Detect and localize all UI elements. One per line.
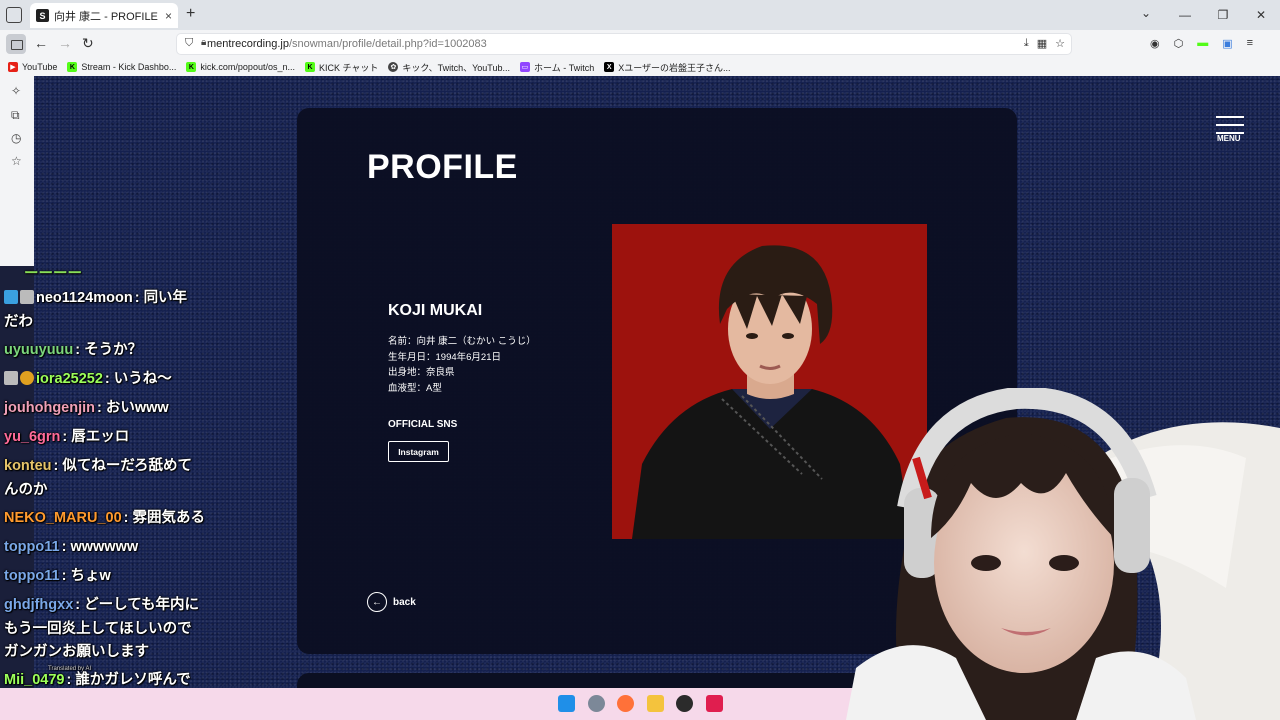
- chat-continuation: ガンガンお願いします: [4, 644, 149, 660]
- minimize-button[interactable]: —: [1166, 8, 1204, 22]
- file-explorer-icon[interactable]: [647, 695, 664, 712]
- download-page-icon[interactable]: ⤓: [1024, 37, 1029, 50]
- back-arrow-icon[interactable]: ←: [34, 35, 48, 51]
- chat-message: toppo11: wwwwww: [4, 539, 139, 555]
- kick-icon: K: [67, 62, 78, 72]
- badge-icon: [20, 371, 34, 385]
- reload-icon[interactable]: ↻: [82, 35, 94, 52]
- bookmark-kick-popout[interactable]: Kkick.com/popout/os_n...: [186, 62, 295, 72]
- back-label: back: [393, 596, 416, 608]
- sns-heading: OFFICIAL SNS: [388, 419, 458, 430]
- translate-icon[interactable]: ▦: [1037, 37, 1047, 50]
- bookmark-kick-chat[interactable]: K KICK チャット: [304, 61, 378, 74]
- bookmarks-bar: ▶ YouTube K Stream - Kick Dashbo... Kkick.…: [0, 58, 1280, 76]
- url-text: mentrecording.jp/snowman/profile/detail.…: [207, 38, 487, 50]
- address-bar[interactable]: ⛉ 🔒︎ mentrecording.jp/snowman/profile/de…: [176, 33, 1072, 55]
- bookmark-multistream[interactable]: ✿ キック、Twitch、YouTub...: [388, 61, 510, 74]
- member-name: KOJI MUKAI: [388, 302, 483, 319]
- chat-message: toppo11: ちょw: [4, 568, 111, 584]
- app-menu-icon[interactable]: ≡: [1247, 37, 1253, 50]
- sidebar-toggle-icon[interactable]: [6, 34, 26, 54]
- tab-title: 向井 康二 - PROFILE | Snow Ma: [54, 10, 161, 23]
- bookmark-x[interactable]: X Xユーザーの岩盤王子さん...: [604, 61, 731, 74]
- lock-icon[interactable]: 🔒︎: [201, 37, 206, 48]
- chat-message: neo1124moon: 同い年: [4, 287, 187, 310]
- shield-icon[interactable]: ⛉: [185, 37, 193, 50]
- forward-arrow-icon[interactable]: →: [58, 35, 72, 51]
- bookmark-star-icon[interactable]: ☆: [1055, 37, 1065, 50]
- chat-message: jouhohgenjin: おいwww: [4, 400, 169, 416]
- bookmark-youtube[interactable]: ▶ YouTube: [8, 62, 57, 72]
- windows-start-icon[interactable]: [558, 695, 575, 712]
- browser-sidebar: ✧ ⧉ ◷ ☆: [0, 76, 34, 266]
- app-icon[interactable]: [706, 695, 723, 712]
- chat-message: konteu: 似てねーだろ舐めて: [4, 458, 193, 474]
- page-title: PROFILE: [367, 148, 518, 186]
- bookmarks-icon[interactable]: ☆: [11, 154, 22, 168]
- chat-continuation: だわ: [4, 314, 33, 330]
- chat-continuation: もう一回炎上してほしいので: [4, 621, 192, 637]
- chat-message: yu_6grn: 唇エッロ: [4, 429, 130, 445]
- kick-icon: K: [304, 62, 315, 72]
- back-link[interactable]: ← back: [367, 592, 416, 612]
- webcam-overlay: [846, 388, 1280, 720]
- multistream-icon: ✿: [388, 62, 399, 72]
- youtube-icon: ▶: [8, 62, 18, 72]
- info-blood-type: 血液型：A型: [388, 382, 442, 394]
- extension-icon[interactable]: ▣: [1222, 37, 1232, 50]
- tab-list-icon[interactable]: [6, 7, 22, 23]
- chat-message: iora25252: いうね～: [4, 368, 172, 391]
- bookmark-twitch[interactable]: ▭ ホーム - Twitch: [519, 61, 594, 74]
- badge-icon: [20, 290, 34, 304]
- close-window-button[interactable]: ✕: [1242, 8, 1280, 22]
- twitch-icon: ▭: [519, 62, 530, 72]
- close-tab-icon[interactable]: ×: [165, 9, 172, 23]
- firefox-icon[interactable]: [617, 695, 634, 712]
- profile-info: 名前：向井 康二（むかい こうじ） 生年月日：1994年6月21日 出身地：奈良…: [388, 334, 536, 396]
- x-icon: X: [604, 62, 615, 72]
- maximize-button[interactable]: ❐: [1204, 8, 1242, 22]
- chat-message: uyuuyuuu: そうか？: [4, 342, 143, 358]
- menu-label[interactable]: MENU: [1217, 134, 1241, 143]
- badge-icon: [4, 371, 18, 385]
- obs-icon[interactable]: [676, 695, 693, 712]
- chat-partial-line: ーーーー: [24, 266, 82, 282]
- info-hometown: 出身地：奈良県: [388, 367, 455, 378]
- bookmark-kick-dashboard[interactable]: K Stream - Kick Dashbo...: [67, 62, 176, 72]
- synced-tabs-icon[interactable]: ⧉: [11, 108, 20, 123]
- kick-extension-icon[interactable]: ▬: [1197, 37, 1208, 50]
- badge-icon: [4, 290, 18, 304]
- instagram-button[interactable]: Instagram: [388, 441, 449, 462]
- browser-tab[interactable]: S 向井 康二 - PROFILE | Snow Ma ×: [30, 3, 178, 28]
- back-arrow-icon: ←: [367, 592, 387, 612]
- list-tabs-icon[interactable]: ⌄: [1141, 6, 1151, 20]
- chat-message: NEKO_MARU_00: 雰囲気ある: [4, 510, 206, 526]
- chat-continuation: んのか: [4, 482, 48, 498]
- extensions-icon[interactable]: ⬡: [1174, 37, 1184, 50]
- history-icon[interactable]: ◷: [11, 131, 21, 145]
- navigation-bar: ← → ↻ ⛉ 🔒︎ mentrecording.jp/snowman/prof…: [0, 30, 1280, 58]
- kick-icon: K: [186, 62, 197, 72]
- info-name: 名前：向井 康二（むかい こうじ）: [388, 336, 536, 347]
- tab-bar: S 向井 康二 - PROFILE | Snow Ma × + ⌄ — ❐ ✕: [0, 0, 1280, 30]
- account-icon[interactable]: ◉: [1150, 37, 1160, 50]
- window-controls: — ❐ ✕: [1166, 0, 1280, 30]
- settings-gear-icon[interactable]: [588, 695, 605, 712]
- site-favicon-icon: S: [36, 9, 49, 22]
- new-tab-button[interactable]: +: [186, 5, 195, 23]
- ai-chatbot-icon[interactable]: ✧: [11, 84, 21, 98]
- chat-message: ghdjfhgxx: どーしても年内に: [4, 597, 199, 613]
- info-birthday: 生年月日：1994年6月21日: [388, 351, 501, 363]
- stream-chat-overlay: ーーーー neo1124moon: 同い年 だわ uyuuyuuu: そうか？ …: [0, 262, 232, 720]
